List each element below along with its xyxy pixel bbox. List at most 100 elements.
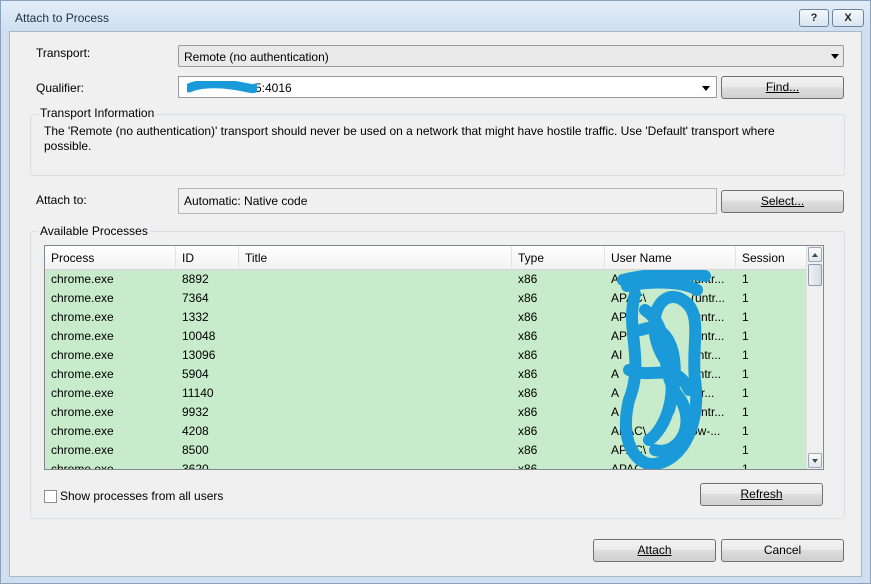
- cell-process: chrome.exe: [51, 348, 114, 362]
- chevron-down-icon[interactable]: [702, 86, 710, 91]
- refresh-button[interactable]: Refresh: [700, 483, 823, 506]
- show-all-users-label[interactable]: Show processes from all users: [60, 489, 223, 503]
- cell-title: [239, 270, 512, 289]
- cell-type: x86: [518, 329, 538, 343]
- qualifier-value: 5:4016: [255, 81, 292, 95]
- cell-type: x86: [518, 310, 538, 324]
- cell-type: x86: [518, 272, 538, 286]
- cell-session: 1: [742, 329, 749, 343]
- cell-process: chrome.exe: [51, 367, 114, 381]
- cell-id: 10048: [182, 329, 216, 343]
- scroll-up-button[interactable]: [808, 247, 822, 262]
- transport-label: Transport:: [36, 46, 91, 60]
- transport-information-title: Transport Information: [38, 106, 157, 120]
- arrow-up-icon: [812, 253, 818, 257]
- cell-process: chrome.exe: [51, 462, 114, 469]
- cell-title: [239, 422, 512, 441]
- cell-session: 1: [742, 310, 749, 324]
- cell-process: chrome.exe: [51, 424, 114, 438]
- cell-id: 7364: [182, 291, 209, 305]
- cell-title: [239, 327, 512, 346]
- cell-session: 1: [742, 291, 749, 305]
- refresh-button-label: Refresh: [740, 487, 783, 501]
- cell-id: 3620: [182, 462, 209, 469]
- cell-process: chrome.exe: [51, 310, 114, 324]
- qualifier-combobox[interactable]: 5:4016: [178, 76, 717, 98]
- cell-type: x86: [518, 291, 538, 305]
- dialog-body: Transport: Remote (no authentication) Qu…: [9, 31, 862, 577]
- column-header-title[interactable]: Title: [239, 246, 512, 270]
- username-redaction-scribble: [617, 270, 711, 469]
- cell-title: [239, 365, 512, 384]
- cell-process: chrome.exe: [51, 329, 114, 343]
- cell-id: 13096: [182, 348, 216, 362]
- cell-session: 1: [742, 386, 749, 400]
- chevron-down-icon: [831, 54, 839, 59]
- cell-session: 1: [742, 443, 749, 457]
- arrow-down-icon: [812, 459, 818, 463]
- cell-type: x86: [518, 462, 538, 469]
- column-header-id[interactable]: ID: [176, 246, 239, 270]
- show-all-users-checkbox[interactable]: [44, 490, 57, 503]
- transport-dropdown[interactable]: Remote (no authentication): [178, 45, 844, 67]
- attach-button-label: Attach: [637, 543, 672, 557]
- attach-button[interactable]: Attach: [593, 539, 716, 562]
- cell-session: 1: [742, 424, 749, 438]
- window-title: Attach to Process: [15, 11, 110, 25]
- process-list-scrollbar[interactable]: [806, 246, 823, 469]
- find-button-label: Find...: [765, 80, 800, 94]
- available-processes-title: Available Processes: [38, 224, 150, 238]
- attach-to-field: Automatic: Native code: [178, 188, 717, 214]
- cell-process: chrome.exe: [51, 386, 114, 400]
- cell-id: 5904: [182, 367, 209, 381]
- help-button[interactable]: ?: [799, 9, 829, 27]
- column-header-type[interactable]: Type: [512, 246, 605, 270]
- cancel-button-label: Cancel: [763, 543, 802, 557]
- redaction-scribble: [187, 81, 257, 94]
- cell-process: chrome.exe: [51, 405, 114, 419]
- column-header-session[interactable]: Session: [736, 246, 808, 270]
- cell-id: 1332: [182, 310, 209, 324]
- cell-process: chrome.exe: [51, 272, 114, 286]
- find-button[interactable]: Find...: [721, 76, 844, 99]
- cell-session: 1: [742, 405, 749, 419]
- cell-title: [239, 384, 512, 403]
- column-header-user-name[interactable]: User Name: [605, 246, 736, 270]
- cell-id: 8892: [182, 272, 209, 286]
- cell-type: x86: [518, 443, 538, 457]
- cell-type: x86: [518, 367, 538, 381]
- close-button[interactable]: X: [832, 9, 864, 27]
- select-button-label: Select...: [760, 194, 805, 208]
- cell-title: [239, 308, 512, 327]
- process-list[interactable]: Process ID Title Type User Name Session …: [44, 245, 824, 470]
- cancel-button[interactable]: Cancel: [721, 539, 844, 562]
- cell-session: 1: [742, 348, 749, 362]
- cell-title: [239, 460, 512, 469]
- transport-value: Remote (no authentication): [184, 50, 329, 64]
- cell-session: 1: [742, 272, 749, 286]
- title-bar[interactable]: Attach to Process ? X: [1, 1, 870, 31]
- scroll-thumb[interactable]: [808, 264, 822, 286]
- qualifier-label: Qualifier:: [36, 81, 85, 95]
- cell-type: x86: [518, 348, 538, 362]
- cell-type: x86: [518, 424, 538, 438]
- cell-session: 1: [742, 367, 749, 381]
- cell-title: [239, 441, 512, 460]
- attach-to-value: Automatic: Native code: [184, 194, 308, 208]
- column-header-process[interactable]: Process: [45, 246, 176, 270]
- process-list-header: Process ID Title Type User Name Session: [45, 246, 806, 270]
- cell-title: [239, 289, 512, 308]
- select-button[interactable]: Select...: [721, 190, 844, 213]
- attach-to-process-dialog: Attach to Process ? X Transport: Remote …: [0, 0, 871, 584]
- cell-id: 9932: [182, 405, 209, 419]
- cell-id: 4208: [182, 424, 209, 438]
- transport-information-line2: possible.: [44, 139, 92, 153]
- cell-title: [239, 403, 512, 422]
- cell-id: 11140: [182, 386, 214, 400]
- cell-id: 8500: [182, 443, 209, 457]
- cell-type: x86: [518, 386, 538, 400]
- transport-information-line1: The 'Remote (no authentication)' transpo…: [44, 124, 775, 138]
- scroll-down-button[interactable]: [808, 453, 822, 468]
- attach-to-label: Attach to:: [36, 193, 87, 207]
- cell-title: [239, 346, 512, 365]
